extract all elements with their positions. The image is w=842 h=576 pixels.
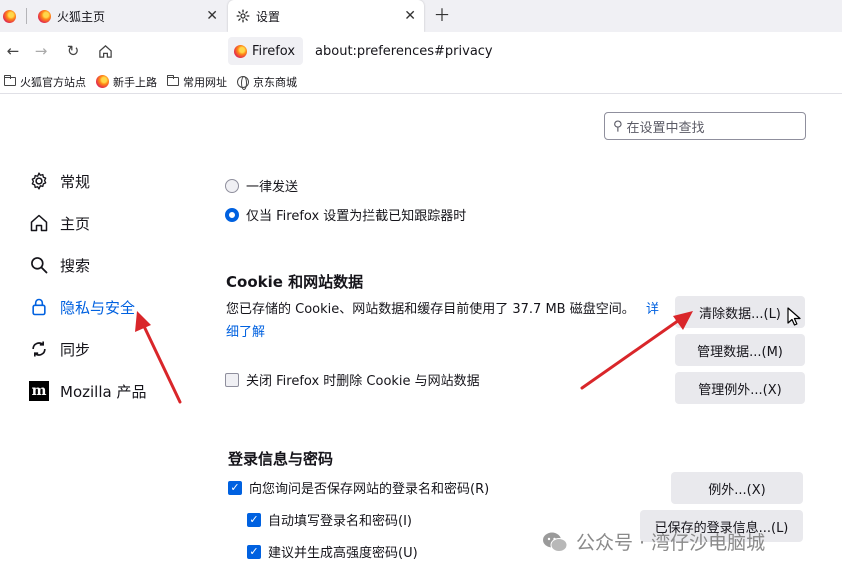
radio-button[interactable] (225, 178, 239, 193)
bookmark-label: 新手上路 (113, 75, 157, 89)
search-icon (28, 254, 50, 276)
radio-label: 一律发送 (246, 180, 299, 195)
sidebar-item-label: 同步 (60, 340, 91, 359)
checkbox-label: 向您询问是否保存网站的登录名和密码(R) (249, 482, 490, 497)
sidebar-item-label: 常规 (60, 172, 91, 191)
cookies-section-title: Cookie 和网站数据 (226, 273, 364, 291)
radio-label: 仅当 Firefox 设置为拦截已知跟踪器时 (246, 209, 467, 224)
new-tab-button[interactable]: ＋ (432, 6, 452, 26)
bookmark-item[interactable]: 常用网址 (167, 74, 227, 90)
sidebar-item-label: 隐私与安全 (60, 298, 136, 317)
lock-icon (28, 296, 50, 318)
mouse-cursor-icon (787, 307, 801, 326)
forward-arrow-icon[interactable]: → (30, 40, 52, 62)
suggest-passwords-checkbox[interactable]: ✓ 建议并生成高强度密码(U) (247, 542, 418, 561)
learn-more-link-part1[interactable]: 详 (646, 298, 659, 317)
close-icon[interactable]: ✕ (206, 8, 218, 24)
firefox-icon (96, 75, 109, 88)
learn-more-link-text[interactable]: 细了解 (226, 325, 265, 340)
sidebar-item-privacy[interactable]: 隐私与安全 (28, 286, 198, 328)
sidebar-item-search[interactable]: 搜索 (28, 244, 198, 286)
checkbox[interactable]: ✓ (228, 480, 242, 495)
checkbox[interactable]: ✓ (247, 512, 261, 527)
firefox-icon (38, 9, 51, 23)
bookmark-item[interactable]: 新手上路 (96, 74, 157, 90)
bookmark-item[interactable]: 火狐官方站点 (4, 74, 86, 90)
bookmark-item[interactable]: 京东商城 (237, 74, 297, 90)
settings-sidebar: 常规 主页 搜索 隐私与安全 同步 m Mozilla 产品 (28, 160, 198, 412)
sidebar-item-mozilla[interactable]: m Mozilla 产品 (28, 370, 198, 412)
wechat-icon (543, 532, 568, 552)
tab-settings[interactable]: 设置 ✕ (228, 0, 424, 32)
tab-strip: 火狐主页 ✕ 设置 ✕ ＋ (0, 0, 842, 32)
dnt-only-when-radio[interactable]: 仅当 Firefox 设置为拦截已知跟踪器时 (225, 205, 466, 224)
url-text[interactable]: about:preferences#privacy (315, 44, 493, 59)
checkbox-label: 自动填写登录名和密码(I) (268, 514, 412, 529)
identity-label: Firefox (252, 43, 296, 59)
globe-icon (237, 75, 249, 90)
url-bar[interactable]: Firefox about:preferences#privacy (228, 36, 838, 66)
mozilla-icon: m (28, 380, 50, 402)
sidebar-item-label: 搜索 (60, 256, 91, 275)
checkbox-label: 建议并生成高强度密码(U) (268, 546, 418, 561)
reload-icon[interactable]: ↻ (62, 40, 84, 62)
gear-icon (236, 9, 250, 23)
clear-data-button[interactable]: 清除数据...(L) (675, 296, 805, 328)
tab-separator (26, 8, 27, 24)
sidebar-item-general[interactable]: 常规 (28, 160, 198, 202)
folder-icon (4, 75, 16, 86)
checkbox-label: 关闭 Firefox 时删除 Cookie 与网站数据 (246, 374, 480, 389)
sidebar-item-sync[interactable]: 同步 (28, 328, 198, 370)
ask-save-logins-checkbox[interactable]: ✓ 向您询问是否保存网站的登录名和密码(R) (228, 478, 489, 497)
sidebar-item-label: Mozilla 产品 (60, 382, 147, 401)
gear-icon (28, 170, 50, 192)
watermark: 公众号 · 湾仔沙电脑城 (542, 528, 765, 555)
tab-label: 火狐主页 (57, 9, 106, 24)
folder-icon (167, 75, 179, 86)
sync-icon (28, 338, 50, 360)
autofill-logins-checkbox[interactable]: ✓ 自动填写登录名和密码(I) (247, 510, 412, 529)
logins-exceptions-button[interactable]: 例外...(X) (671, 472, 803, 504)
bookmark-label: 火狐官方站点 (20, 75, 86, 89)
sidebar-item-label: 主页 (60, 214, 91, 233)
firefox-icon (2, 9, 16, 23)
tab-firefox-pinned[interactable] (0, 0, 24, 32)
checkbox[interactable] (225, 372, 239, 387)
sidebar-item-home[interactable]: 主页 (28, 202, 198, 244)
delete-on-close-checkbox[interactable]: 关闭 Firefox 时删除 Cookie 与网站数据 (225, 370, 480, 389)
bookmark-label: 京东商城 (253, 75, 297, 89)
watermark-text: 公众号 · 湾仔沙电脑城 (576, 532, 766, 554)
radio-button[interactable] (225, 207, 239, 222)
manage-data-button[interactable]: 管理数据...(M) (675, 334, 805, 366)
settings-search-input[interactable]: ⚲ 在设置中查找 (604, 112, 806, 140)
tab-label: 设置 (256, 9, 281, 24)
home-icon[interactable] (94, 40, 116, 62)
tab-firefox-home[interactable]: 火狐主页 ✕ (30, 0, 226, 32)
search-icon: ⚲ (613, 118, 623, 134)
manage-exceptions-button[interactable]: 管理例外...(X) (675, 372, 805, 404)
back-arrow-icon[interactable]: ← (2, 40, 24, 62)
dnt-always-radio[interactable]: 一律发送 (225, 176, 298, 195)
home-icon (28, 212, 50, 234)
checkbox[interactable]: ✓ (247, 544, 261, 559)
search-placeholder: 在设置中查找 (626, 120, 705, 136)
identity-box[interactable]: Firefox (228, 37, 304, 65)
close-icon[interactable]: ✕ (404, 8, 416, 24)
bookmark-label: 常用网址 (183, 75, 227, 89)
logins-section-title: 登录信息与密码 (228, 450, 334, 468)
learn-more-link[interactable]: 细了解 (226, 321, 265, 340)
bookmarks-toolbar: 火狐官方站点 新手上路 常用网址 京东商城 (0, 70, 842, 94)
cookies-description: 您已存储的 Cookie、网站数据和缓存目前使用了 37.7 MB 磁盘空间。 (226, 298, 635, 317)
cookies-usage-text: 您已存储的 Cookie、网站数据和缓存目前使用了 37.7 MB 磁盘空间。 (226, 302, 635, 317)
firefox-icon (234, 44, 247, 58)
